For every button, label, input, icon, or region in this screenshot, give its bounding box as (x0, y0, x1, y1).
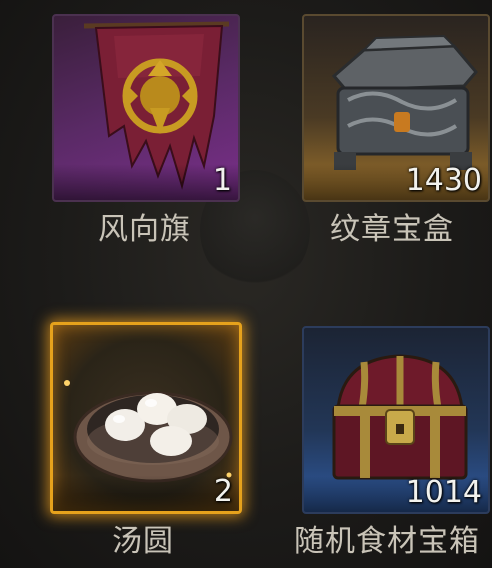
item-name-food-chest: 随机食材宝箱 (294, 524, 480, 559)
item-slot-food-chest[interactable]: 1014 (302, 326, 490, 514)
item-count: 2 (213, 474, 233, 509)
item-count: 1014 (405, 475, 482, 510)
item-name-tangyuan: 汤圆 (112, 524, 174, 559)
count-background (54, 164, 238, 200)
item-slot-tangyuan[interactable]: 2 (50, 322, 242, 514)
count-background (53, 475, 239, 511)
item-count: 1 (212, 163, 232, 198)
item-name-banner: 风向旗 (98, 212, 191, 247)
item-slot-crest-box[interactable]: 1430 (302, 14, 490, 202)
item-count: 1430 (405, 163, 482, 198)
item-name-crest-box: 纹章宝盒 (330, 212, 454, 247)
item-slot-banner[interactable]: 1 (52, 14, 240, 202)
